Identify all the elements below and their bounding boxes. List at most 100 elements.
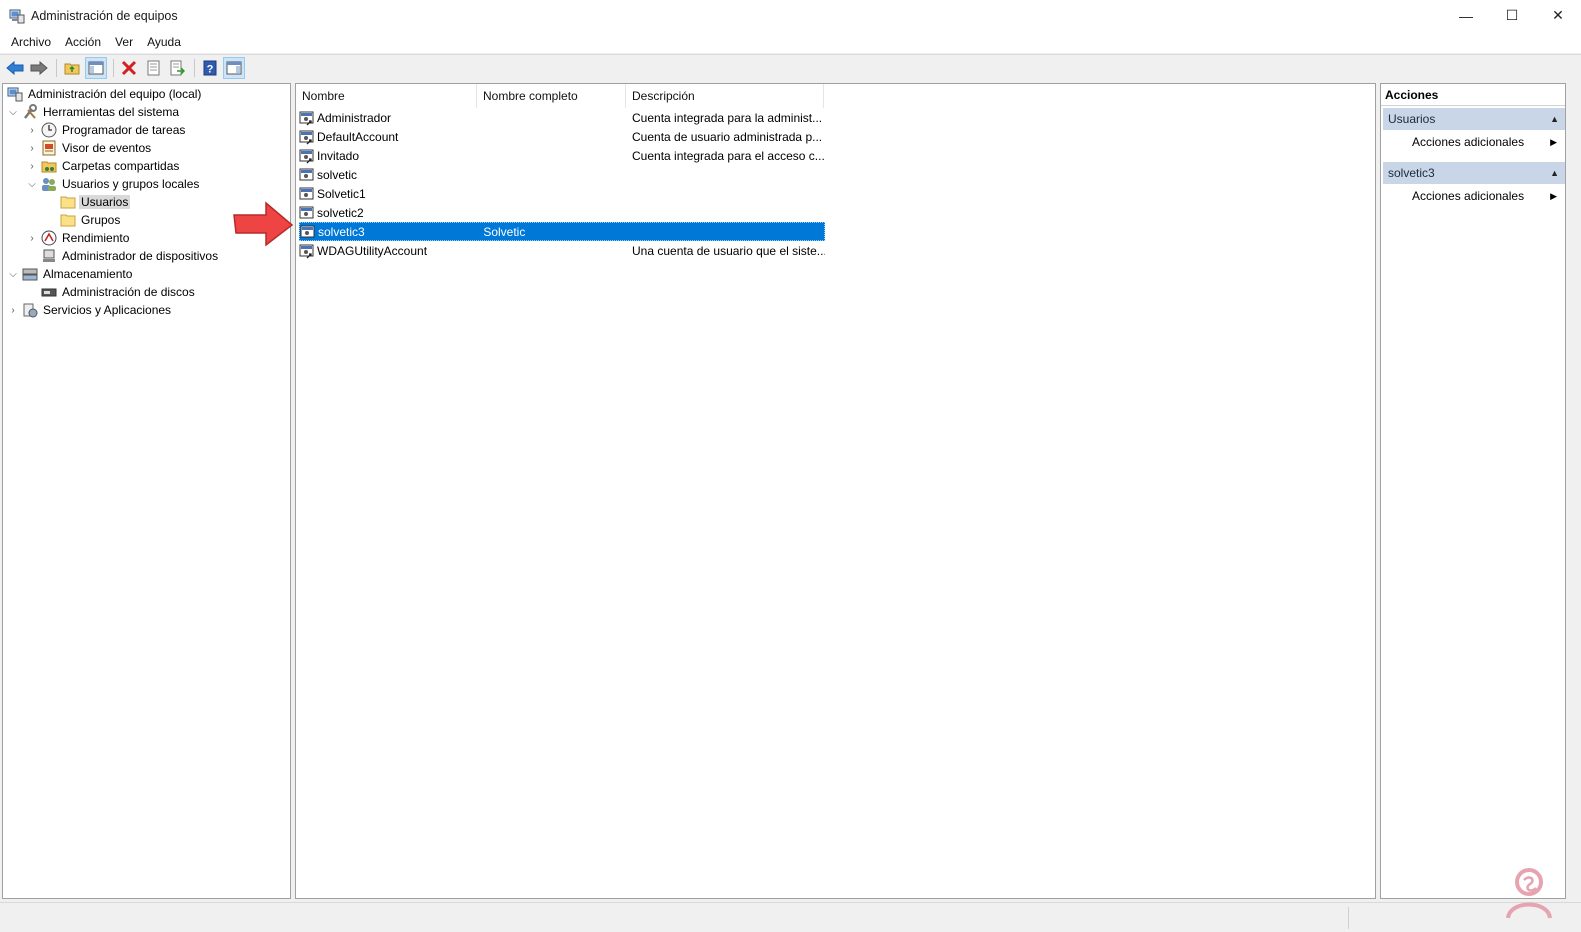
show-hide-action-pane-button[interactable] xyxy=(223,56,245,79)
list-item[interactable]: solvetic2 xyxy=(299,203,825,222)
annotation-arrow-icon xyxy=(233,201,294,247)
tree-item-root[interactable]: Administración del equipo (local) xyxy=(7,85,203,103)
tree-label: Usuarios y grupos locales xyxy=(62,177,200,191)
tree-label: Servicios y Aplicaciones xyxy=(43,303,172,317)
menu-accion[interactable]: Acción xyxy=(58,35,108,49)
user-name: solvetic2 xyxy=(317,205,364,220)
user-icon xyxy=(300,224,316,240)
chevron-right-icon[interactable]: › xyxy=(26,121,38,139)
storage-icon xyxy=(22,266,38,282)
more-actions-label: Acciones adicionales xyxy=(1412,135,1525,149)
tree-item-storage[interactable]: ⌵ Almacenamiento xyxy=(7,265,134,283)
actions-pane: Acciones Usuarios ▲ Acciones adicionales… xyxy=(1380,83,1566,899)
forward-arrow-icon xyxy=(30,60,48,75)
properties-icon xyxy=(147,60,160,75)
event-viewer-icon xyxy=(41,140,57,156)
export-list-icon xyxy=(170,60,185,75)
actions-group-usuarios[interactable]: Usuarios ▲ xyxy=(1383,108,1565,130)
show-hide-console-tree-button[interactable] xyxy=(85,56,107,79)
tree-label: Administración del equipo (local) xyxy=(28,87,202,101)
actions-group-label: Usuarios xyxy=(1388,112,1436,126)
column-header-full-name[interactable]: Nombre completo xyxy=(477,84,626,108)
minimize-button[interactable]: — xyxy=(1443,0,1489,31)
computer-management-icon xyxy=(9,8,25,24)
tree-item-task-scheduler[interactable]: › Programador de tareas xyxy=(26,121,187,139)
list-item[interactable]: WDAGUtilityAccount Una cuenta de usuario… xyxy=(299,241,825,260)
tree-label: Programador de tareas xyxy=(62,123,186,137)
chevron-down-icon[interactable]: ⌵ xyxy=(26,175,38,193)
user-description: Cuenta de usuario administrada p... xyxy=(632,129,823,144)
user-icon xyxy=(299,167,315,183)
watermark-logo-icon xyxy=(1506,868,1552,919)
services-icon xyxy=(22,302,38,318)
chevron-right-icon[interactable]: › xyxy=(26,229,38,247)
menu-archivo[interactable]: Archivo xyxy=(4,35,58,49)
results-list-pane: Nombre Nombre completo Descripción Admin… xyxy=(295,83,1376,899)
menu-ayuda[interactable]: Ayuda xyxy=(140,35,188,49)
tree-label: Carpetas compartidas xyxy=(62,159,180,173)
shared-folder-icon xyxy=(41,158,57,174)
chevron-right-icon[interactable]: › xyxy=(7,301,19,319)
tree-item-device-manager[interactable]: Administrador de dispositivos xyxy=(41,247,220,265)
list-item[interactable]: Invitado Cuenta integrada para el acceso… xyxy=(299,146,825,165)
computer-management-icon xyxy=(7,86,23,102)
tree-label: Almacenamiento xyxy=(43,267,133,281)
tree-item-users[interactable]: Usuarios xyxy=(60,193,131,211)
toolbar-separator xyxy=(56,58,57,77)
user-icon xyxy=(299,110,315,126)
back-arrow-icon xyxy=(6,60,24,75)
user-name: WDAGUtilityAccount xyxy=(317,243,428,258)
window-controls: — ☐ ✕ xyxy=(1443,0,1581,31)
list-item[interactable]: Solvetic1 xyxy=(299,184,825,203)
list-item[interactable]: Administrador Cuenta integrada para la a… xyxy=(299,108,825,127)
list-item[interactable]: DefaultAccount Cuenta de usuario adminis… xyxy=(299,127,825,146)
more-actions-label: Acciones adicionales xyxy=(1412,189,1525,203)
menu-ver[interactable]: Ver xyxy=(108,35,140,49)
actions-group-solvetic3[interactable]: solvetic3 ▲ xyxy=(1383,162,1565,184)
show-hide-tree-icon xyxy=(88,61,104,74)
tree-item-local-users-groups[interactable]: ⌵ Usuarios y grupos locales xyxy=(26,175,201,193)
user-description: Cuenta integrada para la administ... xyxy=(632,110,823,125)
chevron-right-icon[interactable]: › xyxy=(26,157,38,175)
up-one-level-button[interactable] xyxy=(61,57,83,79)
actions-title: Acciones xyxy=(1381,84,1565,106)
tree-item-event-viewer[interactable]: › Visor de eventos xyxy=(26,139,153,157)
chevron-down-icon[interactable]: ⌵ xyxy=(7,103,19,121)
user-icon xyxy=(299,205,315,221)
export-list-button[interactable] xyxy=(166,57,188,79)
user-name: DefaultAccount xyxy=(317,129,399,144)
forward-button[interactable] xyxy=(28,57,50,79)
back-button[interactable] xyxy=(4,57,26,79)
chevron-right-icon[interactable]: › xyxy=(26,139,38,157)
column-header-description[interactable]: Descripción xyxy=(626,84,824,108)
user-name: Solvetic1 xyxy=(317,186,366,201)
user-name: Invitado xyxy=(317,148,360,163)
tree-item-shared-folders[interactable]: › Carpetas compartidas xyxy=(26,157,181,175)
tree-item-disk-management[interactable]: Administración de discos xyxy=(41,283,197,301)
device-manager-icon xyxy=(41,248,57,264)
tools-icon xyxy=(22,104,38,120)
properties-button[interactable] xyxy=(142,57,164,79)
tree-label: Rendimiento xyxy=(62,231,130,245)
collapse-up-icon[interactable]: ▲ xyxy=(1550,114,1559,124)
tree-item-performance[interactable]: › Rendimiento xyxy=(26,229,131,247)
user-icon xyxy=(299,243,315,259)
column-header-name[interactable]: Nombre xyxy=(296,84,477,108)
collapse-up-icon[interactable]: ▲ xyxy=(1550,168,1559,178)
help-button[interactable]: ? xyxy=(199,57,221,79)
more-actions-item[interactable]: Acciones adicionales ▶ xyxy=(1383,131,1565,153)
title-bar: Administración de equipos — ☐ ✕ xyxy=(0,0,1581,31)
tree-item-system-tools[interactable]: ⌵ Herramientas del sistema xyxy=(7,103,181,121)
tree-label: Administración de discos xyxy=(62,285,195,299)
chevron-down-icon[interactable]: ⌵ xyxy=(7,265,19,283)
maximize-button[interactable]: ☐ xyxy=(1489,0,1535,31)
tree-item-services-apps[interactable]: › Servicios y Aplicaciones xyxy=(7,301,173,319)
delete-button[interactable] xyxy=(118,57,140,79)
tree-label: Usuarios xyxy=(79,195,131,209)
list-item-selected[interactable]: solvetic3 Solvetic xyxy=(299,222,825,241)
list-item[interactable]: solvetic xyxy=(299,165,825,184)
close-button[interactable]: ✕ xyxy=(1535,0,1581,31)
tree-item-groups[interactable]: Grupos xyxy=(60,211,122,229)
menu-bar: Archivo Acción Ver Ayuda xyxy=(0,31,1581,53)
more-actions-item[interactable]: Acciones adicionales ▶ xyxy=(1383,185,1565,207)
